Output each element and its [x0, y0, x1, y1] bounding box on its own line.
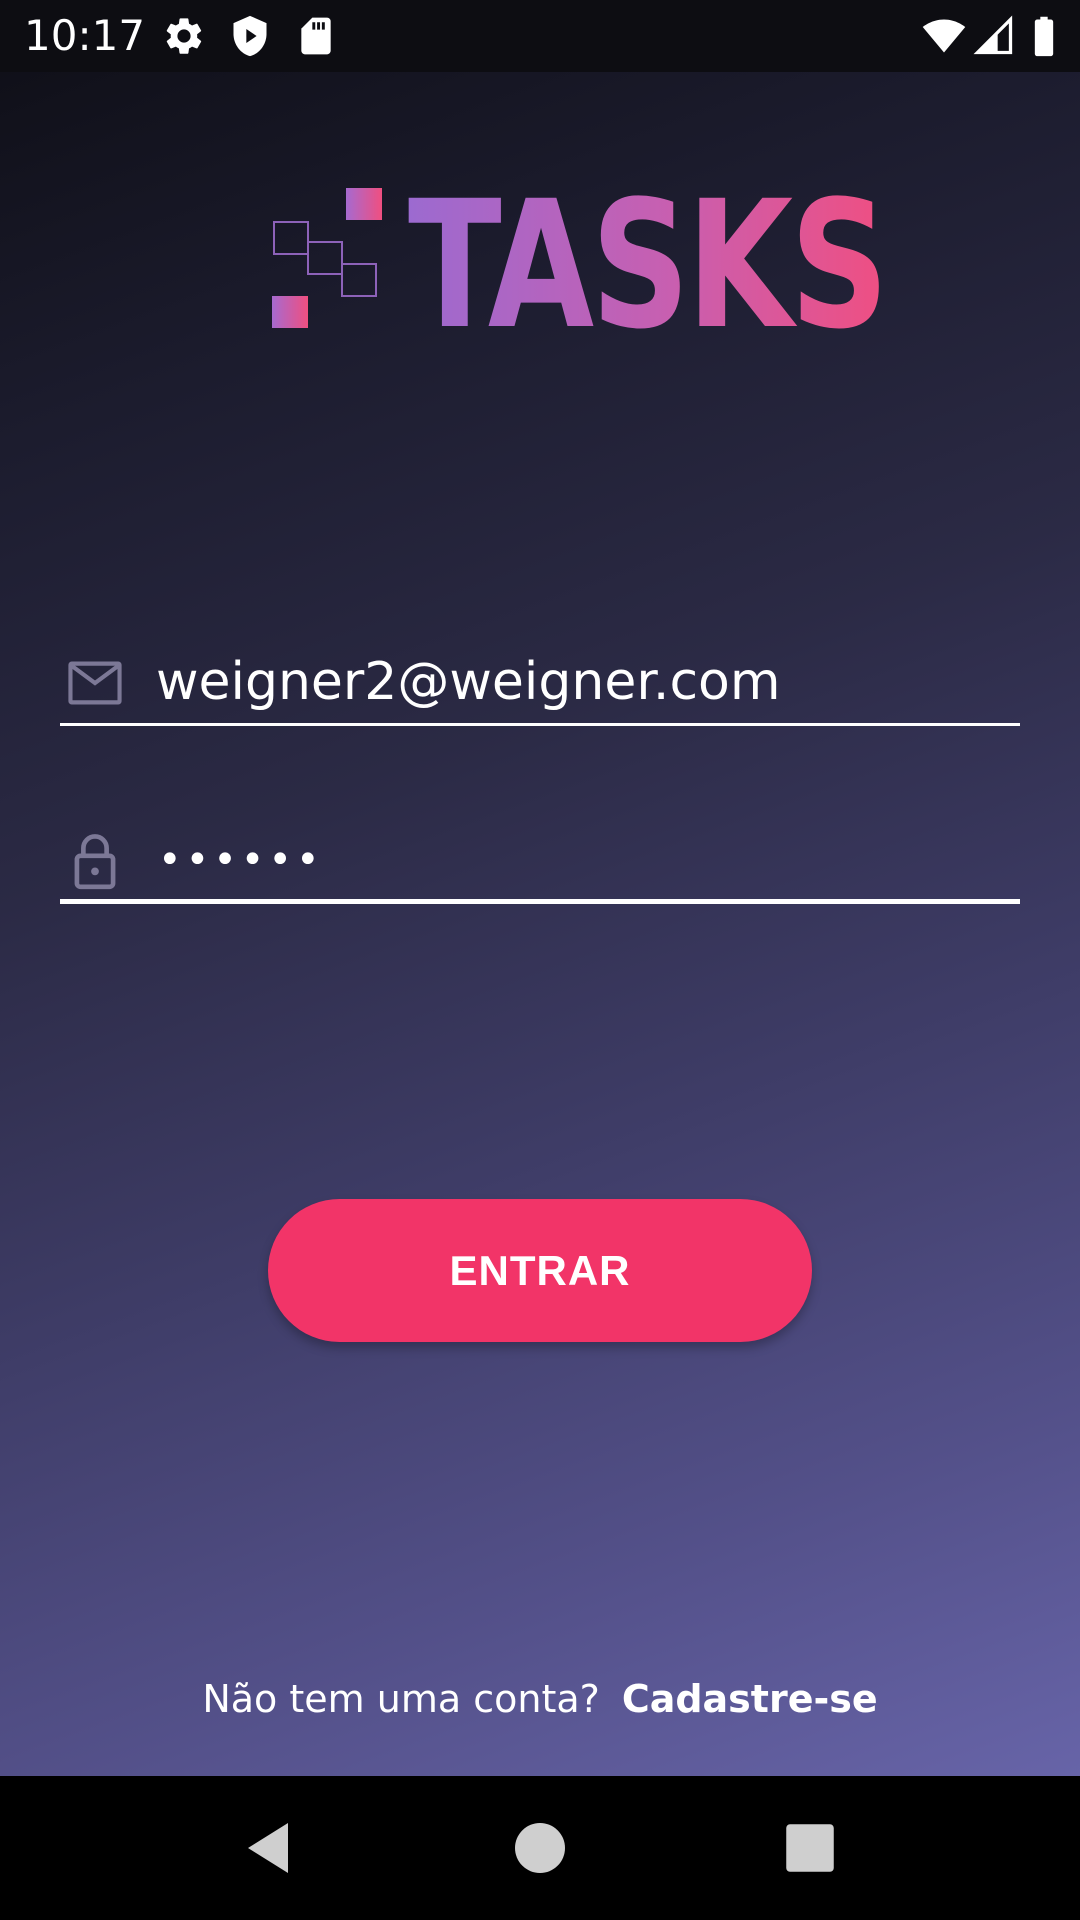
signup-link[interactable]: Cadastre-se: [622, 1677, 878, 1721]
email-field[interactable]: [60, 642, 1020, 726]
back-icon[interactable]: [238, 1818, 298, 1878]
logo-mark-icon: [272, 188, 382, 328]
battery-icon: [1034, 16, 1054, 57]
recents-icon[interactable]: [780, 1818, 840, 1878]
lock-icon: [74, 834, 116, 890]
status-time: 10:17: [24, 11, 146, 60]
settings-icon: [166, 18, 202, 54]
status-bar: 10:17: [0, 0, 1080, 72]
signup-prompt: Não tem uma conta?: [202, 1677, 600, 1721]
email-underline: [60, 723, 1020, 726]
app-logo-text: TASKS: [408, 163, 889, 368]
signup-row: Não tem uma conta? Cadastre-se: [0, 1674, 1080, 1724]
login-button[interactable]: ENTRAR: [268, 1199, 812, 1342]
mail-icon: [68, 661, 122, 705]
app-logo: TASKS: [268, 178, 889, 354]
wifi-icon: [922, 19, 966, 53]
shield-icon: [233, 15, 267, 57]
signal-icon: [973, 15, 1013, 55]
login-screen: TASKS •••••• ENTRAR Não tem uma conta? Ca…: [0, 72, 1080, 1776]
sd-card-icon: [301, 17, 331, 55]
home-icon[interactable]: [510, 1818, 570, 1878]
password-underline: [60, 899, 1020, 904]
password-field[interactable]: ••••••: [60, 820, 1020, 904]
email-input[interactable]: [156, 642, 1016, 722]
navigation-bar: [0, 1776, 1080, 1920]
password-input[interactable]: ••••••: [158, 820, 324, 900]
